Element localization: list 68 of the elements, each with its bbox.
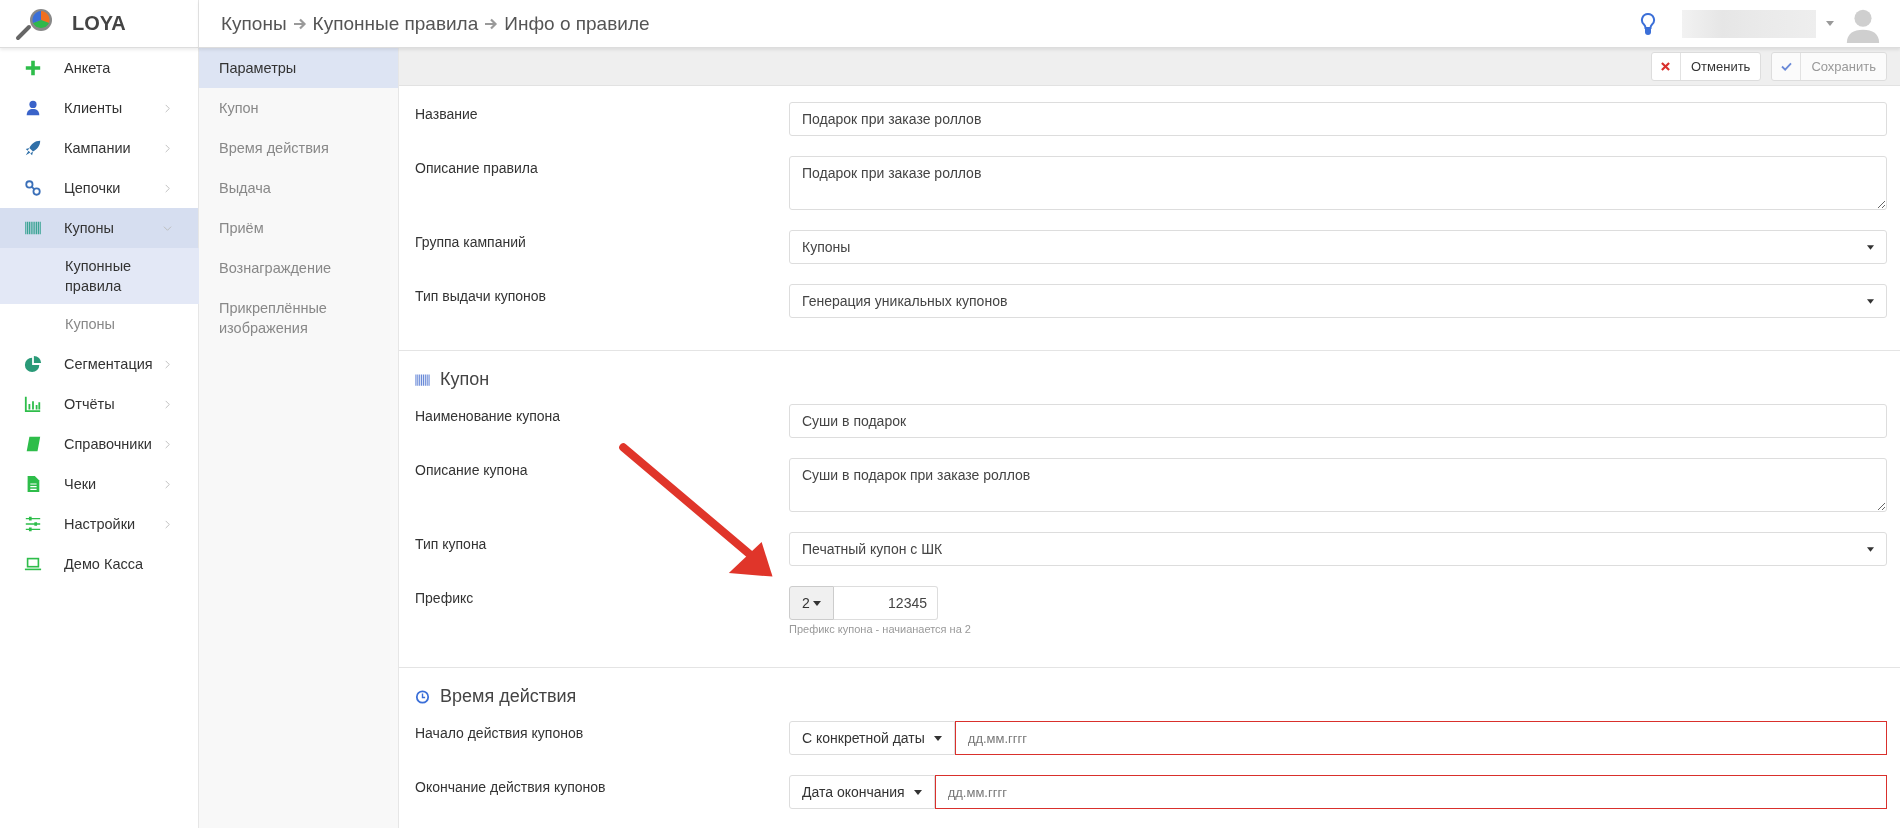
prefix-dropdown[interactable]: 2 xyxy=(789,586,834,620)
breadcrumb-item[interactable]: Купоны xyxy=(221,12,287,35)
field-label: Описание правила xyxy=(415,159,539,178)
sidebar-item[interactable]: Анкета xyxy=(0,48,198,88)
field-label: Тип выдачи купонов xyxy=(415,287,547,306)
sidebar-item[interactable]: Демо Касса xyxy=(0,544,198,584)
select-dropdown[interactable]: Печатный купон с ШК xyxy=(789,532,1887,566)
field-label: Название xyxy=(415,105,479,124)
help-text: Префикс купона - начианается на 2 xyxy=(789,623,971,635)
date-field[interactable]: дд.мм.гггг xyxy=(954,721,1887,755)
section-heading: Купон xyxy=(440,369,490,390)
textarea-field[interactable]: Суши в подарок при заказе роллов xyxy=(789,458,1887,512)
caret-icon xyxy=(1867,298,1874,304)
checkmark-icon xyxy=(1780,62,1792,71)
pie-chart-icon xyxy=(24,355,42,373)
plus-icon xyxy=(24,59,42,77)
textarea-field[interactable]: Подарок при заказе роллов xyxy=(789,156,1887,210)
date-mode-dropdown[interactable]: Дата окончания xyxy=(789,775,935,809)
sidebar-subitem[interactable]: Купонные правила xyxy=(0,248,199,304)
sidebar-item[interactable]: Отчёты xyxy=(0,384,198,424)
sidebar-item[interactable]: Клиенты xyxy=(0,88,198,128)
caret-icon xyxy=(933,735,942,741)
rocket-icon xyxy=(24,139,42,157)
section-nav-item[interactable]: Параметры xyxy=(199,48,398,88)
clock-icon xyxy=(415,689,430,704)
prefix-number-field[interactable]: 12345 xyxy=(834,586,938,620)
laptop-icon xyxy=(24,555,42,573)
sidebar-item[interactable]: Чеки xyxy=(0,464,198,504)
caret-icon[interactable] xyxy=(1826,21,1834,26)
cancel-button[interactable]: Отменить xyxy=(1651,52,1762,81)
caret-icon xyxy=(1867,546,1874,552)
breadcrumb-item: Инфо о правиле xyxy=(504,12,650,35)
field-label: Тип купона xyxy=(415,535,488,554)
field-label: Описание купона xyxy=(415,461,529,480)
field-label: Окончание действия купонов xyxy=(415,778,607,797)
barcode-icon xyxy=(415,372,430,387)
select-dropdown[interactable]: Генерация уникальных купонов xyxy=(789,284,1887,318)
sidebar-item[interactable]: Кампании xyxy=(0,128,198,168)
field-label: Наименование купона xyxy=(415,407,562,426)
sidebar-item[interactable]: Настройки xyxy=(0,504,198,544)
arrow-right-icon xyxy=(484,16,499,31)
text-field[interactable]: Суши в подарок xyxy=(789,404,1887,438)
sidebar-item[interactable]: Цепочки xyxy=(0,168,198,208)
caret-icon xyxy=(913,789,922,795)
caret-icon xyxy=(812,600,821,606)
arrow-right-icon xyxy=(292,16,307,31)
bar-chart-icon xyxy=(24,395,42,413)
link-icon xyxy=(24,179,42,197)
date-field[interactable]: дд.мм.гггг xyxy=(934,775,1887,809)
field-label: Начало действия купонов xyxy=(415,724,585,743)
sidebar-item[interactable]: Сегментация xyxy=(0,344,198,384)
select-dropdown[interactable]: Купоны xyxy=(789,230,1887,264)
barcode-icon xyxy=(24,219,42,237)
breadcrumb-item[interactable]: Купонные правила xyxy=(312,12,479,35)
date-mode-dropdown[interactable]: С конкретной даты xyxy=(789,721,955,755)
caret-icon xyxy=(1867,244,1874,250)
person-icon xyxy=(24,99,42,117)
close-icon xyxy=(1661,62,1671,71)
sidebar-item[interactable]: Справочники xyxy=(0,424,198,464)
logo-text: LOYA xyxy=(72,12,126,35)
field-label: Группа кампаний xyxy=(415,233,527,252)
sidebar-subitem[interactable]: Купоны xyxy=(0,304,198,344)
section-heading: Время действия xyxy=(440,686,577,707)
sidebar-item[interactable]: Купоны xyxy=(0,208,198,248)
text-field[interactable]: Подарок при заказе роллов xyxy=(789,102,1887,136)
sliders-icon xyxy=(24,515,42,533)
field-label: Префикс xyxy=(415,589,475,608)
lightbulb-icon[interactable] xyxy=(1640,11,1656,36)
